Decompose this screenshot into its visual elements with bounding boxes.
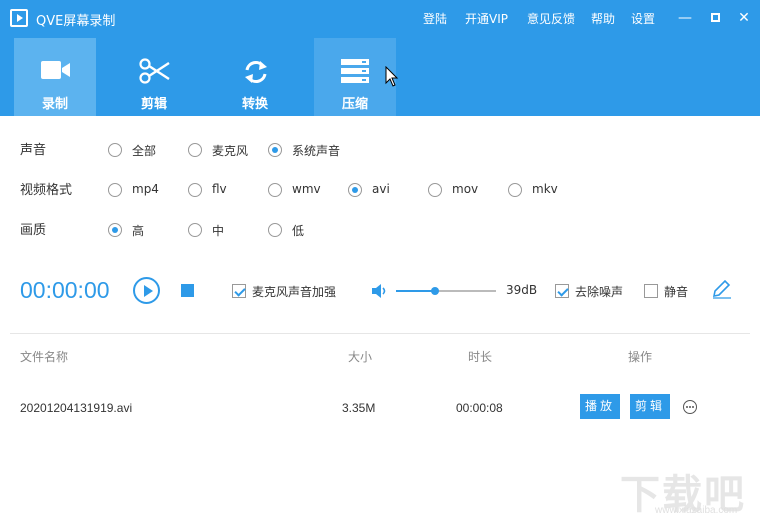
noise-removal-label: 去除噪声 <box>575 285 624 299</box>
volume-slider-thumb[interactable] <box>431 287 439 295</box>
minimize-icon[interactable]: — <box>676 9 694 27</box>
volume-value: 39dB <box>506 283 538 297</box>
radio-button[interactable] <box>428 183 442 197</box>
tab-record-label: 录制 <box>41 97 68 112</box>
tab-edit-label: 剪辑 <box>140 97 167 112</box>
audio-label: 声音 <box>20 143 47 158</box>
radio-button[interactable] <box>108 183 122 197</box>
menu-vip[interactable]: 开通VIP <box>465 10 508 27</box>
tab-convert-label: 转换 <box>241 97 268 112</box>
radio-button-selected[interactable] <box>348 183 362 197</box>
tab-convert[interactable]: 转换 <box>214 38 296 116</box>
edit-file-button[interactable]: 剪辑 <box>630 394 670 419</box>
stop-icon[interactable] <box>181 284 194 297</box>
volume-slider[interactable] <box>396 287 496 295</box>
column-header-name: 文件名称 <box>20 350 69 364</box>
app-title: QVE屏幕录制 <box>36 14 116 29</box>
toolbar: 录制 剪辑 转换 压缩 <box>0 38 760 116</box>
maximize-icon[interactable] <box>706 9 724 27</box>
recording-timer: 00:00:00 <box>20 277 110 303</box>
file-size: 3.35M <box>342 401 376 415</box>
radio-button-selected[interactable] <box>108 223 122 237</box>
scissors-icon <box>139 58 170 84</box>
radio-button[interactable] <box>188 183 202 197</box>
menu-settings[interactable]: 设置 <box>631 10 655 27</box>
volume-slider-fill <box>396 290 435 292</box>
menu-login[interactable]: 登陆 <box>423 10 447 27</box>
radio-button[interactable] <box>508 183 522 197</box>
radio-button[interactable] <box>188 223 202 237</box>
tab-compress-label: 压缩 <box>341 97 368 112</box>
pencil-icon[interactable] <box>711 279 733 299</box>
more-options-icon[interactable] <box>683 400 697 414</box>
tab-edit[interactable]: 剪辑 <box>113 38 195 116</box>
mic-boost-checkbox[interactable] <box>232 284 246 298</box>
file-name: 20201204131919.avi <box>20 401 133 415</box>
close-icon[interactable]: ✕ <box>735 9 753 27</box>
camera-icon <box>41 61 70 79</box>
mute-checkbox[interactable] <box>644 284 658 298</box>
radio-button[interactable] <box>268 223 282 237</box>
mic-boost-label: 麦克风声音加强 <box>252 285 337 299</box>
tab-record[interactable]: 录制 <box>14 38 96 116</box>
mouse-cursor-icon <box>385 66 399 87</box>
radio-button[interactable] <box>188 143 202 157</box>
mute-label: 静音 <box>664 285 689 299</box>
menu-help[interactable]: 帮助 <box>591 10 615 27</box>
app-logo-icon <box>10 9 28 27</box>
watermark-url: www.xiazaiba.com <box>655 505 738 516</box>
menu-feedback[interactable]: 意见反馈 <box>527 10 575 27</box>
column-header-actions: 操作 <box>628 350 653 364</box>
radio-button-selected[interactable] <box>268 143 282 157</box>
divider <box>10 333 750 334</box>
noise-removal-checkbox[interactable] <box>555 284 569 298</box>
column-header-size: 大小 <box>348 350 373 364</box>
file-duration: 00:00:08 <box>456 401 503 415</box>
play-file-button[interactable]: 播放 <box>580 394 620 419</box>
play-icon[interactable] <box>133 277 160 304</box>
title-bar: QVE屏幕录制 登陆 开通VIP 意见反馈 帮助 设置 — ✕ <box>0 0 760 38</box>
column-header-duration: 时长 <box>468 350 493 364</box>
format-label: 视频格式 <box>20 183 73 198</box>
tab-compress[interactable]: 压缩 <box>314 38 396 116</box>
radio-button[interactable] <box>108 143 122 157</box>
refresh-icon <box>245 61 267 83</box>
radio-button[interactable] <box>268 183 282 197</box>
quality-label: 画质 <box>20 223 47 238</box>
compress-icon <box>341 59 369 83</box>
volume-icon[interactable] <box>371 282 389 300</box>
